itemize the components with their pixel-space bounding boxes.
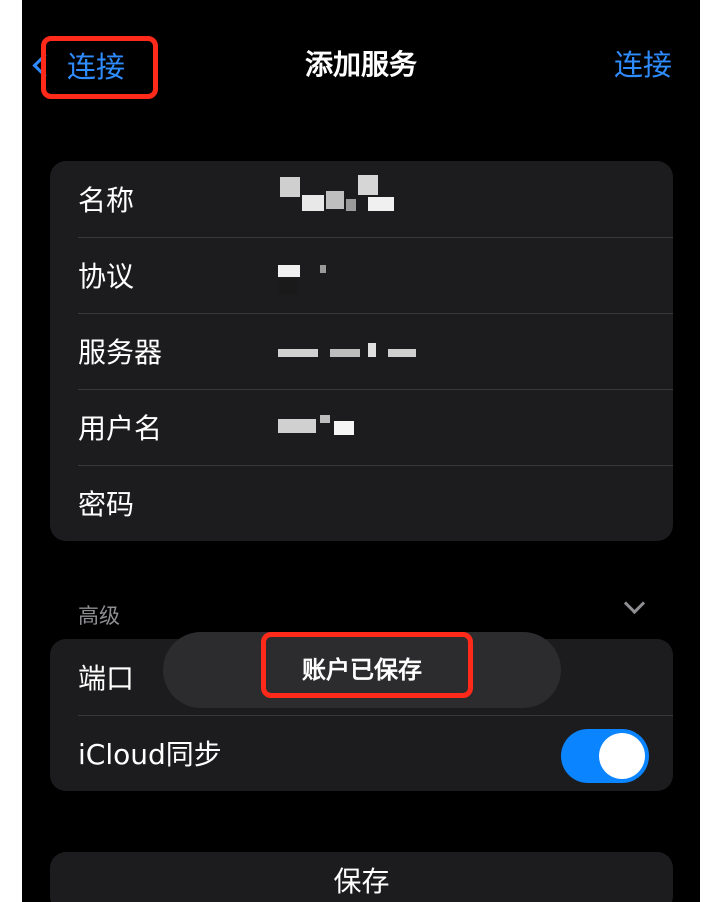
form-row-server[interactable]: 服务器 (50, 313, 673, 389)
row-label-username: 用户名 (78, 412, 163, 445)
form-row-protocol[interactable]: 协议 (50, 237, 673, 313)
row-label-password: 密码 (78, 488, 135, 521)
connect-button[interactable]: 连接 (614, 40, 672, 90)
row-label-server: 服务器 (78, 336, 163, 369)
row-label-icloud-sync: iCloud同步 (78, 738, 222, 771)
chevron-down-icon[interactable] (623, 592, 646, 615)
screen: 连接 添加服务 连接 名称 协议 服务器 用户名 密码 高级 端口 iCloud… (22, 0, 700, 902)
row-label-name: 名称 (78, 184, 135, 217)
row-label-protocol: 协议 (78, 260, 135, 293)
save-button[interactable]: 保存 (50, 852, 673, 902)
form-row-username[interactable]: 用户名 (50, 389, 673, 465)
icloud-sync-toggle[interactable] (561, 729, 649, 783)
service-form: 名称 协议 服务器 用户名 密码 (50, 161, 673, 541)
section-label-advanced: 高级 (78, 604, 120, 628)
highlight-box-back (41, 36, 158, 99)
highlight-box-toast (261, 632, 473, 698)
form-row-name[interactable]: 名称 (50, 161, 673, 237)
form-row-password[interactable]: 密码 (50, 465, 673, 541)
form-row-icloud-sync: iCloud同步 (50, 715, 673, 791)
toggle-knob (599, 733, 645, 779)
